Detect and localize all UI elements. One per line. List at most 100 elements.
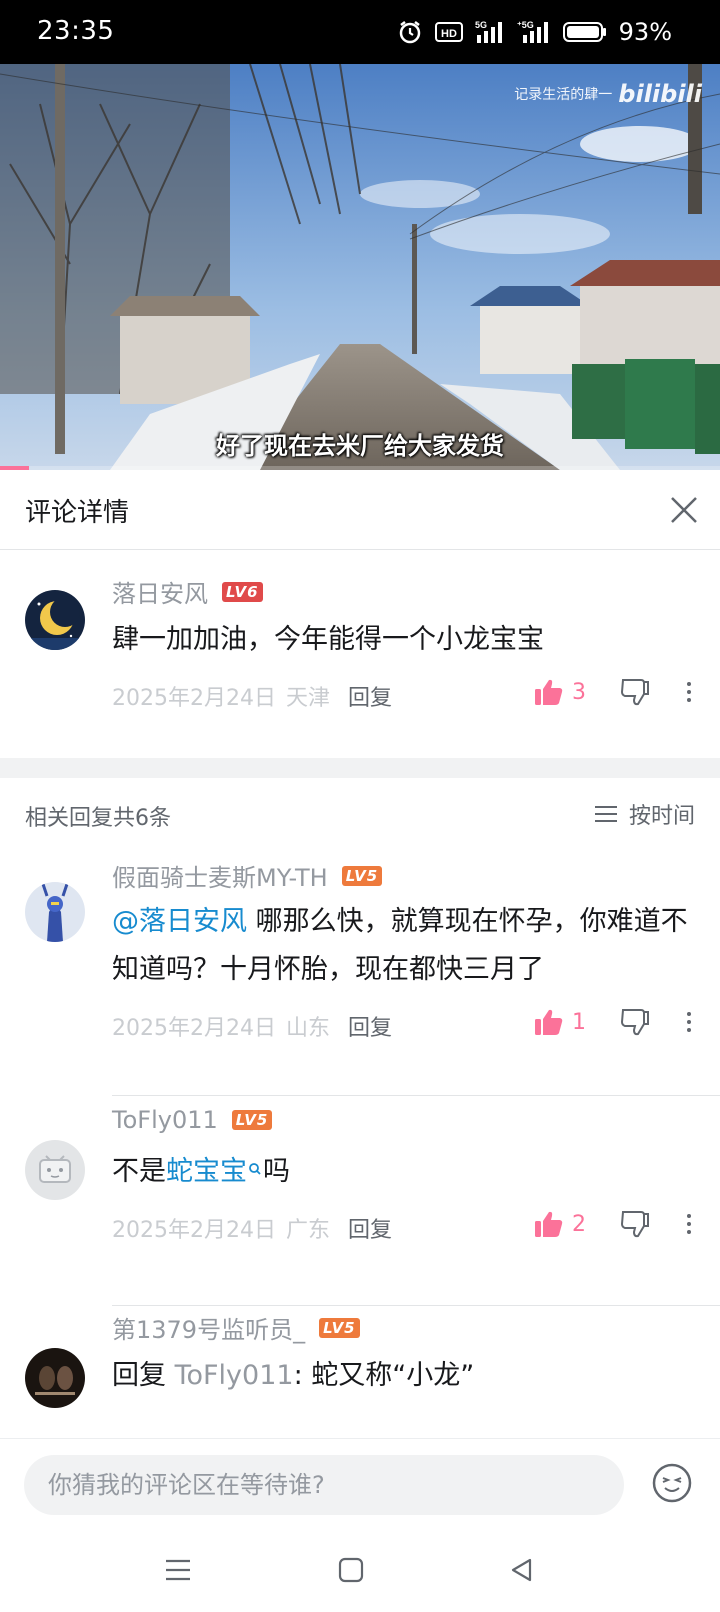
reply-item: 假面骑士麦斯MY-TH LV5 @落日安风 哪那么快，就算现在怀孕，你难道不知道… <box>0 850 720 1096</box>
comment-date: 2025年2月24日 <box>112 1016 276 1041</box>
comment-body: : 蛇又称“小龙” <box>293 1360 475 1391</box>
comment-actions: 3 <box>534 678 694 706</box>
root-comment: 落日安风 LV6 肆一加加油，今年能得一个小龙宝宝 2025年2月24日 天津 … <box>0 550 720 758</box>
reply-button[interactable]: 回复 <box>348 1212 392 1244</box>
bilibili-logo: bilibili <box>618 80 702 108</box>
comment-username[interactable]: 第1379号监听员_ <box>112 1310 305 1345</box>
status-icons: HD 5G ⁺5G 93% <box>397 14 672 50</box>
battery-icon <box>562 21 607 43</box>
avatar[interactable] <box>25 882 85 942</box>
menu-icon <box>166 1559 190 1581</box>
thumbs-down-icon <box>620 679 649 706</box>
svg-text:5G: 5G <box>475 20 487 30</box>
reply-target-link[interactable]: ToFly011 <box>175 1360 294 1391</box>
status-time: 23:35 <box>37 16 115 46</box>
sort-label: 按时间 <box>628 804 695 829</box>
reply-prefix: 回复 <box>112 1360 175 1391</box>
video-player[interactable]: 记录生活的肆一 bilibili 好了现在去米厂给大家发货 <box>0 64 720 470</box>
avatar[interactable] <box>25 1348 85 1408</box>
comment-input-bar: 你猜我的评论区在等待谁? <box>0 1438 720 1538</box>
home-button[interactable] <box>337 1556 365 1588</box>
comment-detail-header: 评论详情 <box>0 470 720 550</box>
level-badge: LV6 <box>222 581 263 602</box>
comment-input[interactable]: 你猜我的评论区在等待谁? <box>24 1455 624 1515</box>
close-button[interactable] <box>662 488 706 532</box>
back-icon <box>511 1558 532 1582</box>
mention-link[interactable]: @落日安风 <box>112 906 247 937</box>
thumbs-up-icon <box>535 679 563 705</box>
comment-username[interactable]: ToFly011 <box>112 1106 218 1134</box>
comment-date: 2025年2月24日 <box>112 686 276 711</box>
level-badge: LV5 <box>231 1110 273 1130</box>
level-badge: LV5 <box>341 865 383 886</box>
reply-button[interactable]: 回复 <box>348 680 392 712</box>
emoji-icon <box>652 1463 692 1503</box>
comment-text: 不是蛇宝宝吗 <box>112 1148 697 1196</box>
menu-button[interactable] <box>164 1556 192 1588</box>
thumbs-up-icon <box>535 1009 563 1035</box>
reply-button[interactable]: 回复 <box>348 1010 392 1042</box>
svg-text:⁺5G: ⁺5G <box>517 20 534 30</box>
level-badge: LV5 <box>319 1317 360 1338</box>
battery-percent: 93% <box>618 18 672 46</box>
comment-actions: 2 <box>534 1210 694 1238</box>
like-count: 3 <box>572 679 586 705</box>
svg-text:HD: HD <box>441 28 457 40</box>
like-button[interactable]: 1 <box>534 1008 586 1036</box>
search-keyword-link[interactable]: 蛇宝宝 <box>166 1156 247 1187</box>
comment-date: 2025年2月24日 <box>112 1218 276 1243</box>
comment-text: 肆一加加油，今年能得一个小龙宝宝 <box>112 624 544 655</box>
comment-location: 广东 <box>285 1218 330 1243</box>
video-subtitle: 好了现在去米厂给大家发货 <box>216 432 504 460</box>
signal-5g-icon: ⁺5G <box>517 19 551 45</box>
like-count: 1 <box>572 1009 586 1035</box>
comment-meta: 2025年2月24日 天津 回复 <box>112 680 392 712</box>
sort-icon <box>594 806 617 822</box>
close-icon <box>671 497 697 523</box>
comment-body: 不是 <box>112 1156 166 1187</box>
thumbs-up-icon <box>535 1211 563 1237</box>
sort-button[interactable]: 按时间 <box>593 798 695 830</box>
more-button[interactable] <box>684 1012 694 1032</box>
dislike-button[interactable] <box>620 678 650 706</box>
video-watermark: 记录生活的肆一 bilibili <box>514 80 702 108</box>
more-button[interactable] <box>684 1214 694 1234</box>
section-divider <box>0 758 720 778</box>
status-bar: 23:35 HD 5G ⁺5G 93% <box>0 0 720 64</box>
thumbs-down-icon <box>620 1009 649 1036</box>
replies-header: 相关回复共6条 按时间 <box>0 780 720 850</box>
watermark-text: 记录生活的肆一 <box>514 87 613 103</box>
like-button[interactable]: 3 <box>534 678 586 706</box>
like-count: 2 <box>572 1211 586 1237</box>
comment-actions: 1 <box>534 1008 694 1036</box>
avatar[interactable] <box>25 1140 85 1200</box>
more-button[interactable] <box>684 682 694 702</box>
emoji-button[interactable] <box>650 1461 694 1505</box>
avatar[interactable] <box>25 590 85 650</box>
comment-user-row: 假面骑士麦斯MY-TH LV5 <box>112 858 383 893</box>
comment-meta: 2025年2月24日 广东 回复 <box>112 1212 392 1244</box>
hd-icon: HD <box>434 21 463 43</box>
comment-text: 回复 ToFly011: 蛇又称“小龙” <box>112 1352 697 1400</box>
reply-item: ToFly011 LV5 不是蛇宝宝吗 2025年2月24日 广东 回复 2 <box>0 1096 720 1306</box>
comment-meta: 2025年2月24日 山东 回复 <box>112 1010 392 1042</box>
comment-location: 天津 <box>285 686 330 711</box>
comment-text: @落日安风 哪那么快，就算现在怀孕，你难道不知道吗？十月怀胎，现在都快三月了 <box>112 898 697 994</box>
search-icon[interactable] <box>247 1156 263 1187</box>
home-icon <box>338 1557 364 1583</box>
back-button[interactable] <box>508 1556 536 1588</box>
reply-count: 相关回复共6条 <box>25 806 171 831</box>
dislike-button[interactable] <box>620 1210 650 1238</box>
comment-username[interactable]: 假面骑士麦斯MY-TH <box>112 858 328 893</box>
like-button[interactable]: 2 <box>534 1210 586 1238</box>
thumbs-down-icon <box>620 1211 649 1238</box>
reply-item: 第1379号监听员_ LV5 回复 ToFly011: 蛇又称“小龙” <box>0 1306 720 1438</box>
comment-body: 吗 <box>263 1156 290 1187</box>
signal-5g-icon: 5G <box>475 19 505 45</box>
page-title: 评论详情 <box>25 498 130 528</box>
video-frame <box>0 64 720 470</box>
comment-user-row: 第1379号监听员_ LV5 <box>112 1310 360 1345</box>
comment-user-row: 落日安风 LV6 <box>112 574 263 609</box>
dislike-button[interactable] <box>620 1008 650 1036</box>
comment-username[interactable]: 落日安风 <box>112 574 208 609</box>
